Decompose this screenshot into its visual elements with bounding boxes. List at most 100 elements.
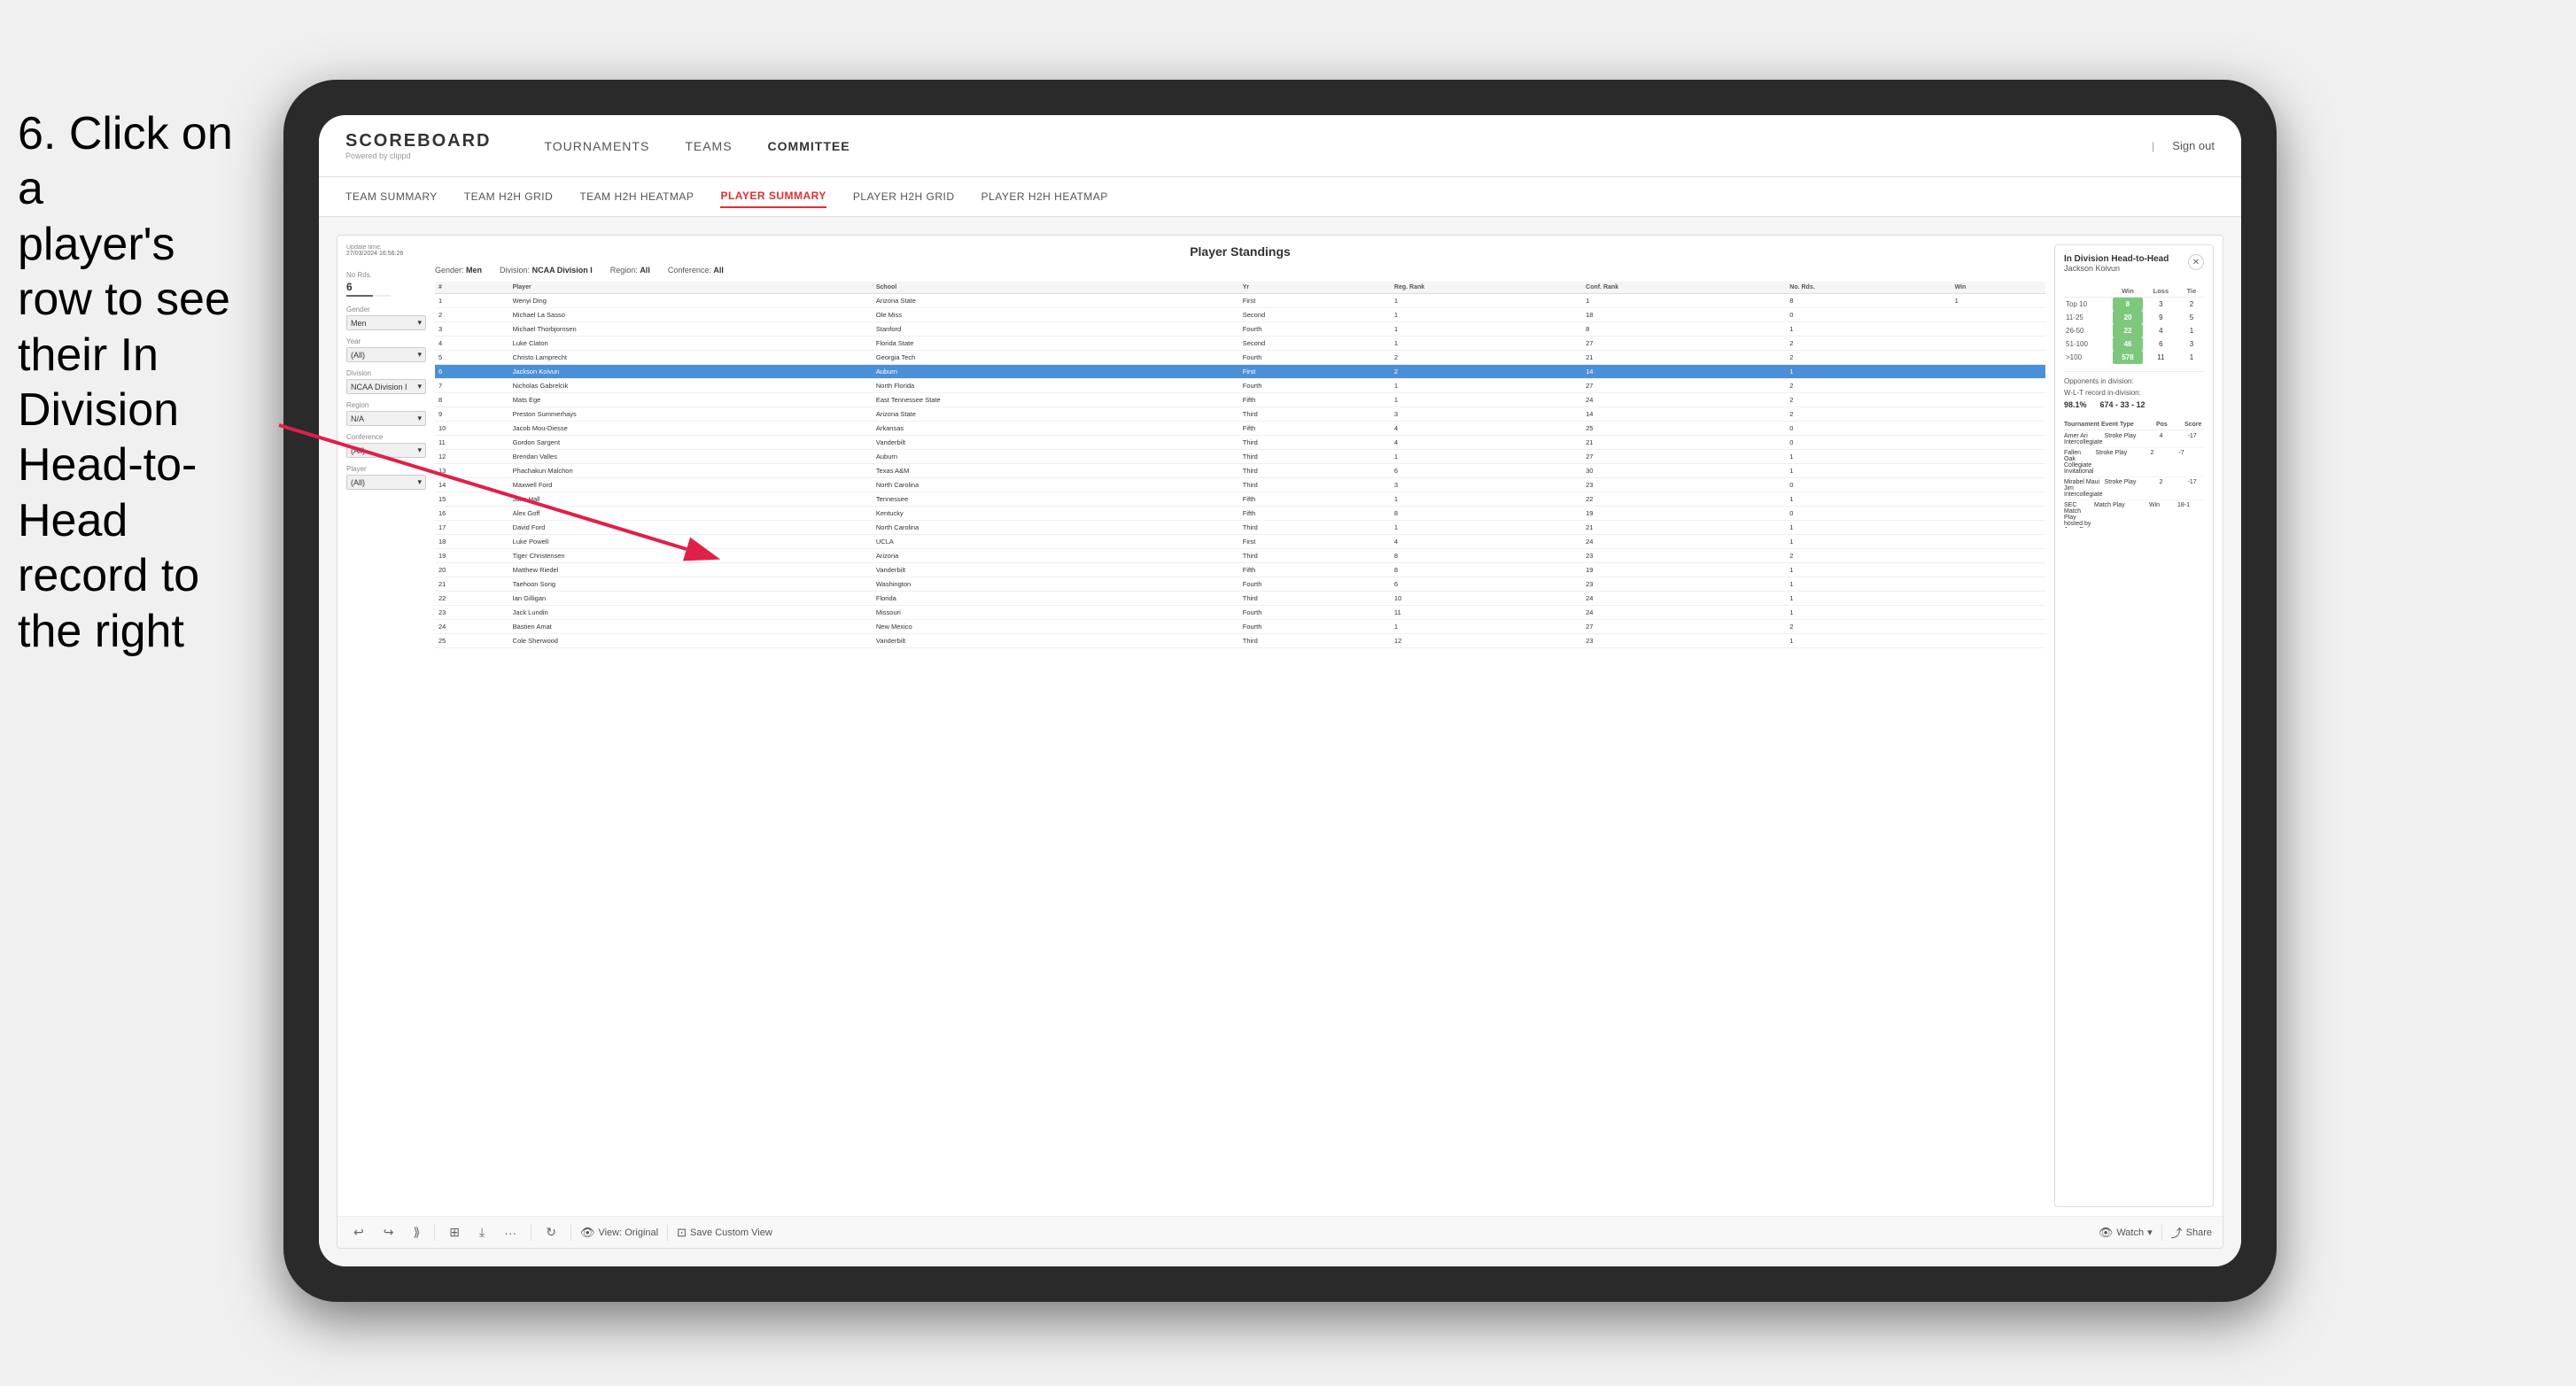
subnav-player-h2h-heatmap[interactable]: PLAYER H2H HEATMAP xyxy=(982,186,1108,207)
report-area: Update time: 27/03/2024 16:56:26 No Rds.… xyxy=(337,235,2223,1249)
standings-row-10[interactable]: 10 Jacob Mou-Diesse Arkansas Fifth 4 25 … xyxy=(435,422,2045,436)
cell-win xyxy=(1951,606,2045,620)
standings-row-15[interactable]: 15 Jake Hall Tennessee Fifth 1 22 1 xyxy=(435,492,2045,507)
view-original-button[interactable]: 👁 View: Original xyxy=(580,1226,658,1240)
region-filter-value[interactable]: N/A ▾ xyxy=(346,411,426,426)
cell-school: Washington xyxy=(873,577,1239,592)
cell-rds: 1 xyxy=(1786,492,1951,507)
filter-button[interactable]: ⊞ xyxy=(444,1222,465,1243)
standings-row-17[interactable]: 17 David Ford North Carolina Third 1 21 … xyxy=(435,521,2045,535)
h2h-row-2: 11-25 20 9 5 xyxy=(2064,311,2204,324)
tournament-name: Mirabel Maui Jim Intercollegiate xyxy=(2064,479,2103,498)
cell-conf: 23 xyxy=(1582,577,1786,592)
standings-row-24[interactable]: 24 Bastien Amat New Mexico Fourth 1 27 2 xyxy=(435,620,2045,634)
export-button[interactable]: ⤓ xyxy=(474,1222,490,1243)
tournament-row-4: SEC Match Play hosted by Jerry Pate Roun… xyxy=(2064,502,2204,528)
standings-row-21[interactable]: 21 Taehoon Song Washington Fourth 6 23 1 xyxy=(435,577,2045,592)
standings-row-19[interactable]: 19 Tiger Christensen Arizona Third 8 23 … xyxy=(435,549,2045,563)
h2h-tie-cell: 1 xyxy=(2179,351,2204,364)
standings-row-23[interactable]: 23 Jack Lundin Missouri Fourth 11 24 1 xyxy=(435,606,2045,620)
cell-yr: Fifth xyxy=(1239,422,1391,436)
cell-win xyxy=(1951,379,2045,393)
subnav-team-h2h-grid[interactable]: TEAM H2H GRID xyxy=(464,186,554,207)
more-button[interactable]: ··· xyxy=(499,1223,522,1243)
cell-yr: Fourth xyxy=(1239,606,1391,620)
division-filter-display: Division: NCAA Division I xyxy=(500,266,593,275)
watch-button[interactable]: 👁 Watch ▾ xyxy=(2099,1226,2153,1240)
bottom-toolbar: ↩ ↪ ⟫ ⊞ ⤓ ··· ↻ 👁 View: Original xyxy=(338,1216,2223,1248)
h2h-win-cell: 8 xyxy=(2113,298,2143,312)
standings-row-13[interactable]: 13 Phachakun Malchon Texas A&M Third 6 3… xyxy=(435,464,2045,478)
save-custom-button[interactable]: ⊡ Save Custom View xyxy=(677,1226,772,1240)
cell-reg: 1 xyxy=(1391,521,1582,535)
tournament-type: Match Play xyxy=(2094,502,2147,528)
standings-row-11[interactable]: 11 Gordon Sargent Vanderbilt Third 4 21 … xyxy=(435,436,2045,450)
standings-row-4[interactable]: 4 Luke Claton Florida State Second 1 27 … xyxy=(435,337,2045,351)
standings-filters: Gender: Men Division: NCAA Division I Re… xyxy=(435,266,2045,275)
standings-row-9[interactable]: 9 Preston Summerhays Arizona State Third… xyxy=(435,407,2045,422)
cell-school: Florida xyxy=(873,592,1239,606)
cell-conf: 30 xyxy=(1582,464,1786,478)
division-filter-value[interactable]: NCAA Division I ▾ xyxy=(346,379,426,394)
h2h-close-button[interactable]: ✕ xyxy=(2188,254,2204,270)
share-button[interactable]: ⤴ Share xyxy=(2171,1224,2212,1241)
standings-row-18[interactable]: 18 Luke Powell UCLA First 4 24 1 xyxy=(435,535,2045,549)
h2h-row-5: >100 578 11 1 xyxy=(2064,351,2204,364)
standings-row-6[interactable]: 6 Jackson Koivun Auburn First 2 14 1 xyxy=(435,365,2045,379)
sign-out-button[interactable]: Sign out xyxy=(2172,139,2215,152)
standings-row-14[interactable]: 14 Maxwell Ford North Carolina Third 3 2… xyxy=(435,478,2045,492)
standings-row-12[interactable]: 12 Brendan Valles Auburn Third 1 27 1 xyxy=(435,450,2045,464)
cell-player: Jack Lundin xyxy=(509,606,873,620)
filter-panel: Update time: 27/03/2024 16:56:26 No Rds.… xyxy=(346,244,426,1207)
standings-row-5[interactable]: 5 Christo Lamprecht Georgia Tech Fourth … xyxy=(435,351,2045,365)
cell-reg: 1 xyxy=(1391,337,1582,351)
standings-row-22[interactable]: 22 Ian Gilligan Florida Third 10 24 1 xyxy=(435,592,2045,606)
toolbar-divider-3 xyxy=(570,1225,571,1241)
cell-conf: 24 xyxy=(1582,535,1786,549)
refresh-button[interactable]: ↻ xyxy=(540,1222,562,1243)
cell-rds: 1 xyxy=(1786,535,1951,549)
cell-school: Georgia Tech xyxy=(873,351,1239,365)
tournament-type: Stroke Play xyxy=(2105,433,2158,445)
nav-teams[interactable]: TEAMS xyxy=(685,135,732,158)
nav-tournaments[interactable]: TOURNAMENTS xyxy=(544,135,649,158)
cell-school: Florida State xyxy=(873,337,1239,351)
cell-win xyxy=(1951,407,2045,422)
cell-player: Wenyi Ding xyxy=(509,294,873,308)
cell-conf: 23 xyxy=(1582,634,1786,648)
cell-school: Arizona State xyxy=(873,294,1239,308)
standings-row-8[interactable]: 8 Mats Ege East Tennessee State Fifth 1 … xyxy=(435,393,2045,407)
nav-committee[interactable]: COMMITTEE xyxy=(768,135,850,158)
player-filter-value[interactable]: (All) ▾ xyxy=(346,475,426,490)
redo-button[interactable]: ↪ xyxy=(378,1222,400,1243)
subnav-team-h2h-heatmap[interactable]: TEAM H2H HEATMAP xyxy=(579,186,694,207)
h2h-opponents-pct: 98.1% xyxy=(2064,400,2087,409)
cell-player: Bastien Amat xyxy=(509,620,873,634)
nav-right: | Sign out xyxy=(2152,139,2215,152)
undo-button[interactable]: ↩ xyxy=(348,1222,369,1243)
conference-filter-value[interactable]: (All) ▾ xyxy=(346,443,426,458)
standings-row-2[interactable]: 2 Michael La Sasso Ole Miss Second 1 18 … xyxy=(435,308,2045,322)
cell-win xyxy=(1951,351,2045,365)
standings-row-1[interactable]: 1 Wenyi Ding Arizona State First 1 1 8 1 xyxy=(435,294,2045,308)
subnav-player-h2h-grid[interactable]: PLAYER H2H GRID xyxy=(853,186,955,207)
standings-table: # Player School Yr Reg. Rank Conf. Rank … xyxy=(435,282,2045,1207)
subnav-player-summary[interactable]: PLAYER SUMMARY xyxy=(720,185,826,208)
year-filter-value[interactable]: (All) ▾ xyxy=(346,347,426,362)
cell-conf: 24 xyxy=(1582,606,1786,620)
cell-reg: 8 xyxy=(1391,507,1582,521)
cell-num: 7 xyxy=(435,379,509,393)
tournament-name: SEC Match Play hosted by Jerry Pate Roun… xyxy=(2064,502,2092,528)
cell-yr: Fourth xyxy=(1239,577,1391,592)
forward-button[interactable]: ⟫ xyxy=(407,1222,425,1243)
tablet-screen: SCOREBOARD Powered by clippd TOURNAMENTS… xyxy=(319,115,2241,1266)
standings-row-7[interactable]: 7 Nicholas Gabrelcik North Florida Fourt… xyxy=(435,379,2045,393)
gender-filter-value[interactable]: Men ▾ xyxy=(346,315,426,330)
standings-row-25[interactable]: 25 Cole Sherwood Vanderbilt Third 12 23 … xyxy=(435,634,2045,648)
cell-num: 12 xyxy=(435,450,509,464)
cell-yr: Fifth xyxy=(1239,492,1391,507)
subnav-team-summary[interactable]: TEAM SUMMARY xyxy=(345,186,438,207)
standings-row-20[interactable]: 20 Matthew Riedel Vanderbilt Fifth 8 19 … xyxy=(435,563,2045,577)
standings-row-16[interactable]: 16 Alex Goff Kentucky Fifth 8 19 0 xyxy=(435,507,2045,521)
standings-row-3[interactable]: 3 Michael Thorbjornsen Stanford Fourth 1… xyxy=(435,322,2045,337)
